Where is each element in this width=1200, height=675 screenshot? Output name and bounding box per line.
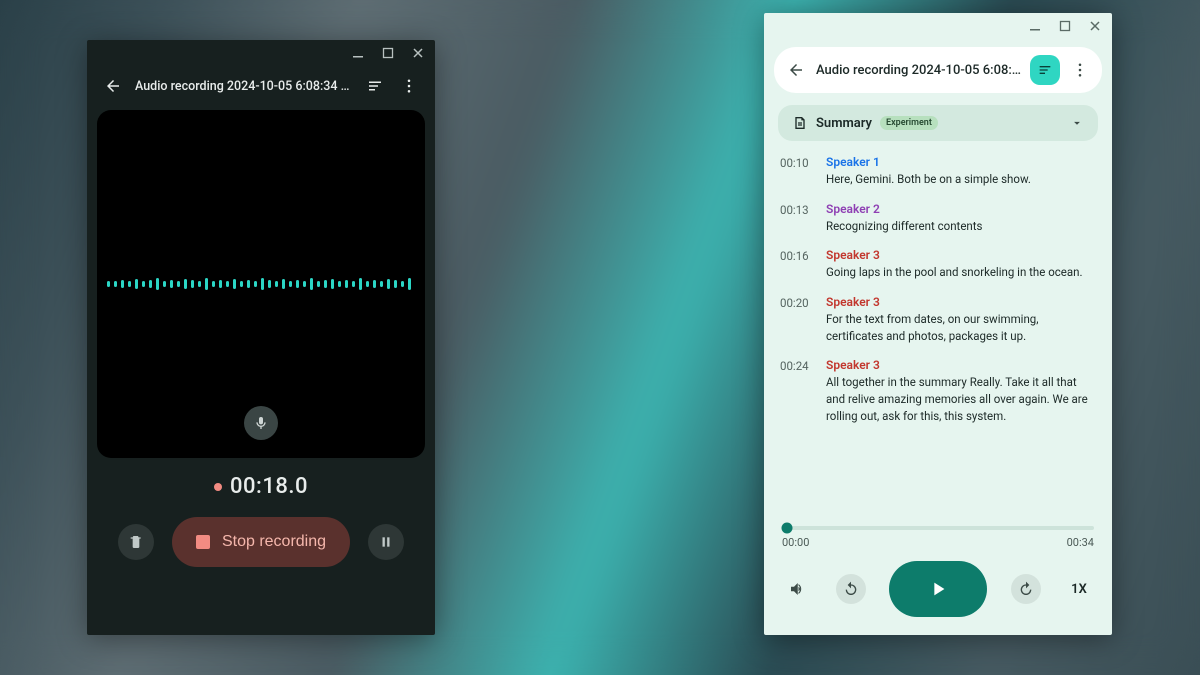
transcript-text: For the text from dates, on our swimming… — [826, 311, 1096, 344]
transcript-speaker: Speaker 3 — [826, 248, 1096, 262]
recorder-window: Audio recording 2024-10-05 6:08:34 PM 00… — [87, 40, 435, 635]
window-minimize-button[interactable] — [349, 44, 367, 62]
play-icon — [927, 578, 949, 600]
transcript-text: Here, Gemini. Both be on a simple show. — [826, 171, 1096, 188]
back-arrow-icon — [787, 61, 805, 79]
waveform — [107, 278, 415, 290]
stop-recording-button[interactable]: Stop recording — [172, 517, 350, 567]
transcript-timestamp: 00:10 — [780, 155, 812, 188]
time-labels: 00:00 00:34 — [782, 536, 1094, 549]
pause-button[interactable] — [368, 524, 404, 560]
back-button[interactable] — [784, 58, 808, 82]
speed-button[interactable]: 1X — [1064, 582, 1094, 597]
window-minimize-button[interactable] — [1026, 17, 1044, 35]
transcript-icon[interactable] — [363, 74, 387, 98]
mic-button[interactable] — [244, 406, 278, 440]
waveform-panel — [97, 110, 425, 458]
pause-icon — [379, 535, 393, 549]
delete-button[interactable] — [118, 524, 154, 560]
header-bar: Audio recording 2024-10-05 6:08:34 PM — [87, 66, 435, 106]
transcript-speaker: Speaker 3 — [826, 295, 1096, 309]
rewind-button[interactable] — [836, 574, 866, 604]
play-button[interactable] — [889, 561, 987, 617]
window-maximize-button[interactable] — [379, 44, 397, 62]
transcript-speaker: Speaker 1 — [826, 155, 1096, 169]
recording-title: Audio recording 2024-10-05 6:08:3… — [816, 63, 1022, 78]
transcript-timestamp: 00:16 — [780, 248, 812, 281]
playback-window: Audio recording 2024-10-05 6:08:3… Summa… — [764, 13, 1112, 635]
transcript-timestamp: 00:13 — [780, 202, 812, 235]
timer-text: 00:18.0 — [230, 474, 308, 499]
notes-icon — [366, 77, 384, 95]
transcript-text: All together in the summary Really. Take… — [826, 374, 1096, 424]
transcript-speaker: Speaker 2 — [826, 202, 1096, 216]
mic-icon — [253, 415, 269, 431]
transcript-toggle-button[interactable] — [1030, 55, 1060, 85]
timer: 00:18.0 — [87, 474, 435, 499]
summary-label: Summary — [816, 116, 872, 131]
window-close-button[interactable] — [1086, 17, 1104, 35]
summary-icon — [792, 115, 808, 131]
forward-icon — [1018, 581, 1034, 597]
transcript-row[interactable]: 00:10 Speaker 1 Here, Gemini. Both be on a… — [780, 155, 1096, 188]
volume-icon — [788, 580, 806, 598]
seek-knob[interactable] — [782, 523, 793, 534]
back-arrow-icon — [104, 77, 122, 95]
player: 00:00 00:34 1X — [764, 516, 1112, 635]
time-current: 00:00 — [782, 536, 809, 549]
transcript-row[interactable]: 00:16 Speaker 3 Going laps in the pool and… — [780, 248, 1096, 281]
window-titlebar — [764, 13, 1112, 39]
trash-icon — [128, 534, 144, 550]
summary-card[interactable]: Summary Experiment — [778, 105, 1098, 141]
recording-indicator-dot — [214, 483, 222, 491]
rewind-icon — [843, 581, 859, 597]
window-titlebar — [87, 40, 435, 66]
transcript-text: Going laps in the pool and snorkeling in… — [826, 264, 1096, 281]
more-button[interactable] — [397, 74, 421, 98]
player-controls: 1X — [782, 561, 1094, 617]
transcript-row[interactable]: 00:13 Speaker 2 Recognizing different cont… — [780, 202, 1096, 235]
transcript-row[interactable]: 00:20 Speaker 3 For the text from dates, o… — [780, 295, 1096, 344]
more-vert-icon — [400, 77, 418, 95]
window-maximize-button[interactable] — [1056, 17, 1074, 35]
transcript-timestamp: 00:24 — [780, 358, 812, 424]
recording-title: Audio recording 2024-10-05 6:08:34 PM — [135, 79, 353, 94]
forward-button[interactable] — [1011, 574, 1041, 604]
stop-button-label: Stop recording — [222, 533, 326, 551]
transcript-row[interactable]: 00:24 Speaker 3 All together in the summar… — [780, 358, 1096, 424]
more-button[interactable] — [1068, 58, 1092, 82]
chevron-down-icon — [1070, 116, 1084, 130]
transcript-timestamp: 00:20 — [780, 295, 812, 344]
time-total: 00:34 — [1067, 536, 1094, 549]
experiment-chip: Experiment — [880, 116, 938, 130]
seek-track[interactable] — [782, 526, 1094, 530]
window-close-button[interactable] — [409, 44, 427, 62]
transcript-list: 00:10 Speaker 1 Here, Gemini. Both be on a… — [780, 155, 1096, 516]
notes-icon — [1037, 62, 1053, 78]
volume-button[interactable] — [782, 574, 812, 604]
transcript-text: Recognizing different contents — [826, 218, 1096, 235]
stop-icon — [196, 535, 210, 549]
back-button[interactable] — [101, 74, 125, 98]
recorder-controls: Stop recording — [87, 517, 435, 567]
transcript-speaker: Speaker 3 — [826, 358, 1096, 372]
more-vert-icon — [1071, 61, 1089, 79]
header-bar: Audio recording 2024-10-05 6:08:3… — [774, 47, 1102, 93]
